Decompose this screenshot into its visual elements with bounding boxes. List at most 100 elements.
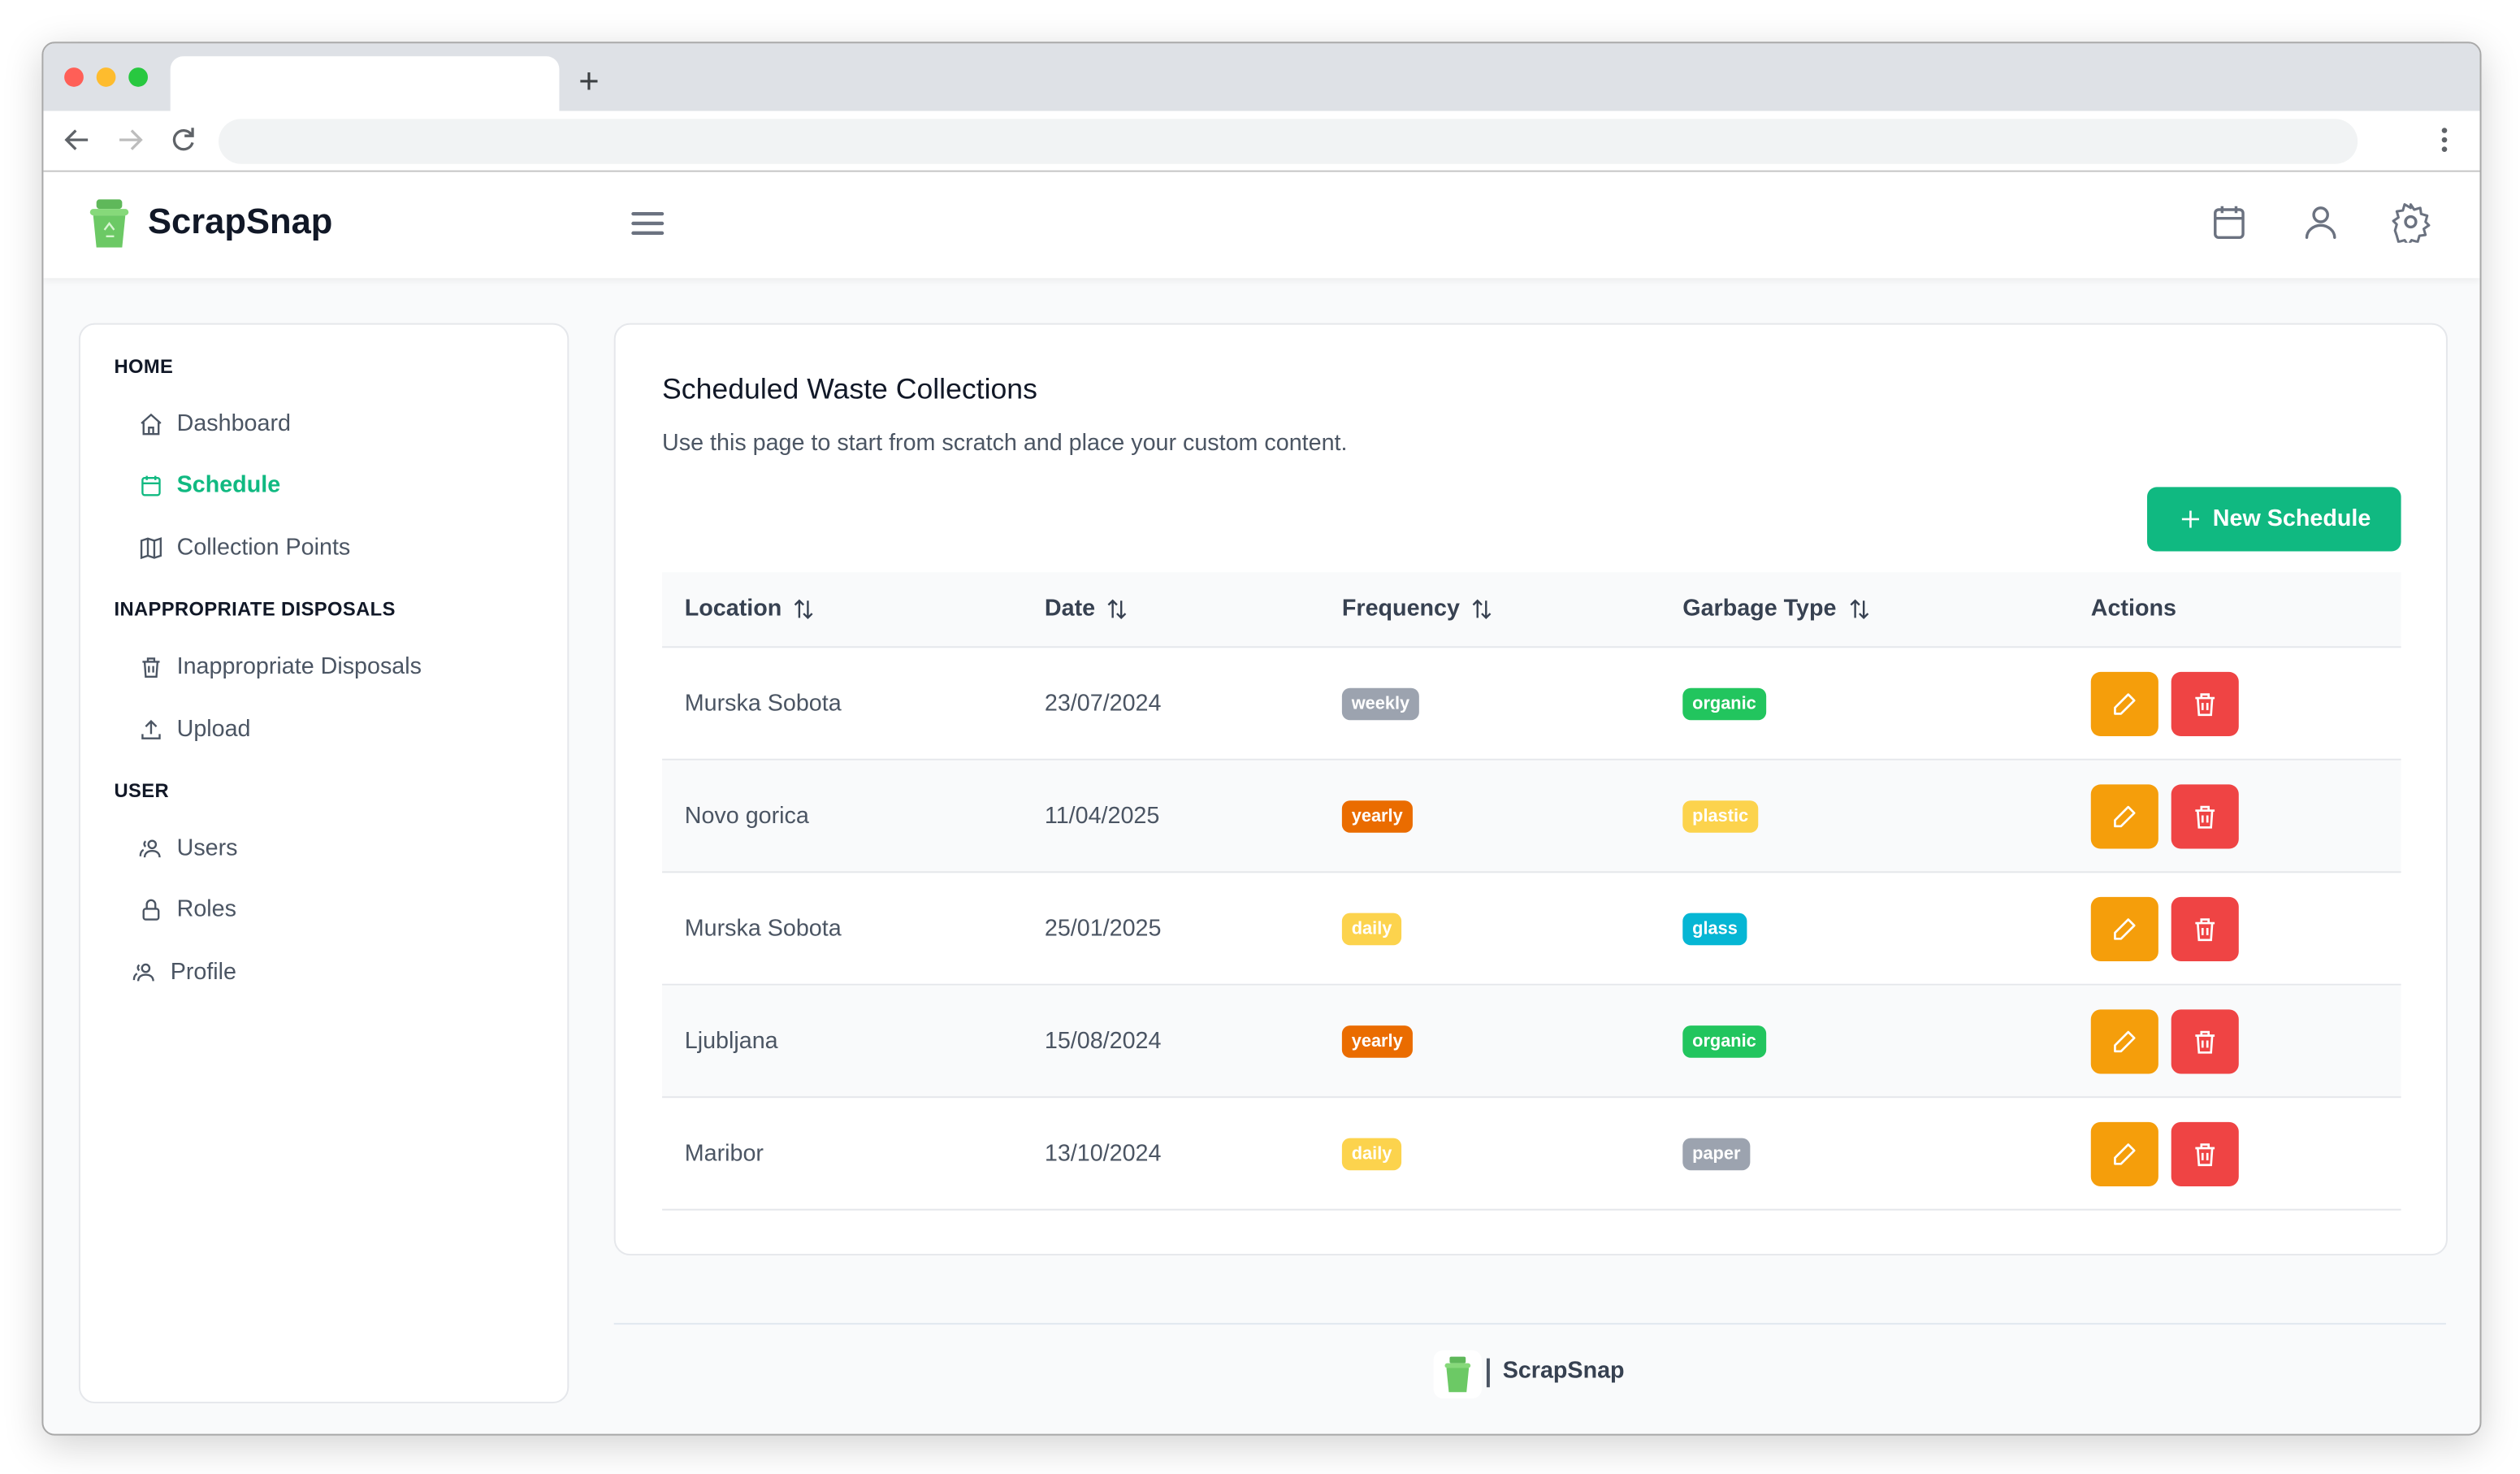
trash-icon <box>2195 692 2215 716</box>
back-icon[interactable] <box>61 124 93 156</box>
delete-button[interactable] <box>2171 895 2239 961</box>
frequency-cell: daily <box>1341 873 1402 984</box>
sidebar-item-upload[interactable]: Upload <box>138 710 251 748</box>
sidebar-item-inappropriate-disposals[interactable]: Inappropriate Disposals <box>138 648 422 686</box>
garbage-type-cell: organic <box>1682 648 1766 759</box>
table-row: Murska Sobota 23/07/2024 weekly organic <box>662 648 2401 761</box>
users-icon <box>139 839 161 858</box>
page-subtitle: Use this page to start from scratch and … <box>662 431 1348 457</box>
frequency-cell: daily <box>1341 1098 1402 1209</box>
garbage-type-badge: organic <box>1682 687 1766 720</box>
table-header: Location Date Frequency Garbage Type Act… <box>662 572 2401 648</box>
sort-icon[interactable] <box>1846 596 1872 622</box>
delete-button[interactable] <box>2171 1121 2239 1186</box>
column-header-frequency[interactable]: Frequency <box>1342 572 1496 646</box>
tab-bar: + <box>43 43 2480 111</box>
table-row: Maribor 13/10/2024 daily paper <box>662 1098 2401 1211</box>
location-cell: Maribor <box>684 1140 764 1167</box>
frequency-cell: yearly <box>1341 761 1413 872</box>
logo-icon[interactable] <box>89 199 130 248</box>
new-tab-button[interactable]: + <box>578 62 599 101</box>
sidebar-item-dashboard[interactable]: Dashboard <box>138 405 291 444</box>
garbage-type-cell: plastic <box>1682 761 1758 872</box>
new-schedule-button[interactable]: New Schedule <box>2147 487 2401 552</box>
column-label: Frequency <box>1341 596 1460 622</box>
actions-cell <box>2090 761 2252 872</box>
minimize-window-button[interactable] <box>96 67 116 87</box>
sidebar-item-label: Schedule <box>176 472 281 499</box>
table-row: Novo gorica 11/04/2025 yearly plastic <box>662 760 2401 874</box>
new-schedule-label: New Schedule <box>2212 506 2371 532</box>
sidebar-item-label: Upload <box>176 717 251 743</box>
screen: + ScrapSnap HOME Dashboard Schedule Coll… <box>0 0 2520 1474</box>
delete-button[interactable] <box>2171 670 2239 736</box>
date-cell: 25/01/2025 <box>1044 915 1162 942</box>
sidebar-item-label: Users <box>176 835 238 862</box>
edit-button[interactable] <box>2090 783 2158 848</box>
column-header-date[interactable]: Date <box>1045 572 1131 646</box>
edit-button[interactable] <box>2090 1008 2158 1073</box>
edit-button[interactable] <box>2090 895 2158 961</box>
map-icon <box>140 537 162 560</box>
frequency-badge: weekly <box>1341 687 1420 720</box>
url-input[interactable] <box>219 119 2358 164</box>
edit-button[interactable] <box>2090 670 2158 736</box>
delete-button[interactable] <box>2171 783 2239 848</box>
table-body: Murska Sobota 23/07/2024 weekly organic Novo… <box>662 648 2401 1211</box>
delete-button[interactable] <box>2171 1008 2239 1073</box>
column-header-garbage-type[interactable]: Garbage Type <box>1682 572 1872 646</box>
column-header-location[interactable]: Location <box>685 572 817 646</box>
date-cell: 23/07/2024 <box>1044 690 1162 717</box>
browser-tab[interactable] <box>170 56 560 111</box>
sidebar: HOME Dashboard Schedule Collection Point… <box>78 323 569 1404</box>
sidebar-item-label: Collection Points <box>176 535 351 561</box>
sidebar-item-users[interactable]: Users <box>138 830 238 868</box>
sort-icon[interactable] <box>1105 596 1131 622</box>
actions-cell <box>2090 873 2252 984</box>
sidebar-item-roles[interactable]: Roles <box>138 891 236 929</box>
close-window-button[interactable] <box>64 67 84 87</box>
reload-icon[interactable] <box>167 124 200 156</box>
frequency-badge: daily <box>1341 912 1402 945</box>
sidebar-item-label: Roles <box>176 896 236 923</box>
edit-button[interactable] <box>2090 1121 2158 1186</box>
garbage-type-cell: paper <box>1682 1098 1751 1209</box>
forward-icon[interactable] <box>114 124 146 156</box>
sort-icon[interactable] <box>1470 596 1496 622</box>
home-icon <box>141 413 162 436</box>
trash-icon <box>2195 1030 2215 1053</box>
date-cell: 11/04/2025 <box>1044 803 1160 829</box>
trash-icon <box>2195 917 2215 941</box>
frequency-badge: daily <box>1341 1137 1402 1170</box>
pencil-icon <box>2114 1142 2136 1164</box>
trash-icon <box>142 657 160 678</box>
lock-icon <box>142 899 160 921</box>
sidebar-section-home: HOME <box>114 355 174 378</box>
schedule-table: Location Date Frequency Garbage Type Act… <box>662 572 2401 1211</box>
users-icon <box>132 963 154 982</box>
sidebar-item-profile[interactable]: Profile <box>132 953 236 991</box>
garbage-type-badge: paper <box>1682 1137 1751 1170</box>
calendar-icon[interactable] <box>2208 201 2249 242</box>
frequency-badge: yearly <box>1341 800 1413 832</box>
user-icon[interactable] <box>2300 201 2341 242</box>
sidebar-item-collection-points[interactable]: Collection Points <box>138 529 350 567</box>
location-cell: Ljubljana <box>684 1028 778 1054</box>
hamburger-menu-icon[interactable] <box>629 204 667 242</box>
app-brand[interactable]: ScrapSnap <box>148 201 332 242</box>
browser-menu-icon[interactable] <box>2428 124 2461 156</box>
column-label: Date <box>1044 596 1096 622</box>
footer-logo-icon <box>1433 1350 1482 1399</box>
sidebar-item-schedule[interactable]: Schedule <box>138 466 280 505</box>
address-bar-row <box>43 111 2480 172</box>
sidebar-item-label: Inappropriate Disposals <box>176 654 422 680</box>
frequency-badge: yearly <box>1341 1025 1413 1057</box>
sort-icon[interactable] <box>791 596 817 622</box>
actions-cell <box>2090 648 2252 759</box>
trash-icon <box>2195 804 2215 828</box>
sidebar-item-label: Dashboard <box>176 411 291 438</box>
gear-icon[interactable] <box>2390 201 2431 243</box>
app-header: ScrapSnap <box>43 171 2480 279</box>
maximize-window-button[interactable] <box>128 67 149 87</box>
pencil-icon <box>2114 917 2136 939</box>
